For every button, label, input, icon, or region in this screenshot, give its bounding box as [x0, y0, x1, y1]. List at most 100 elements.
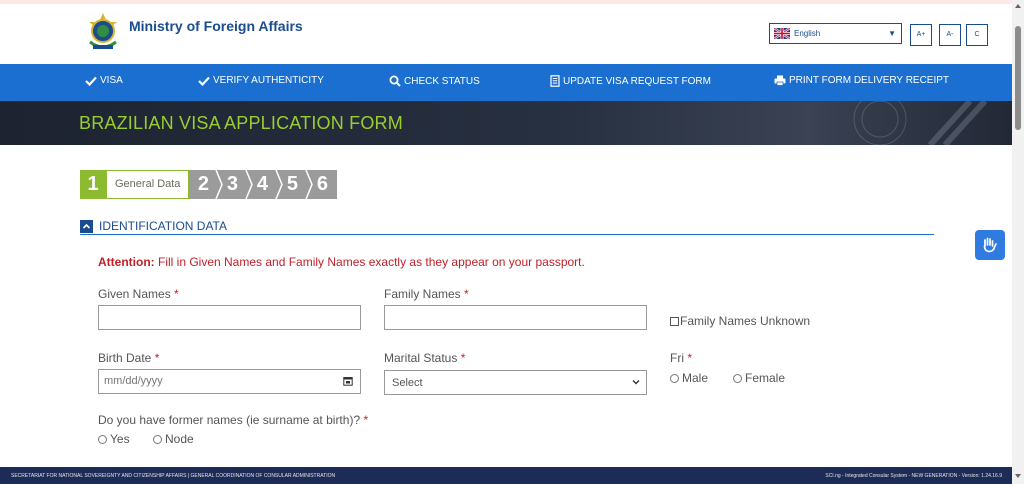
font-increase-button[interactable]: A+	[910, 24, 932, 46]
scroll-up-arrow-icon[interactable]	[1015, 4, 1021, 8]
nav-item-verify-authenticity[interactable]: VERIFY AUTHENTICITY	[198, 75, 324, 86]
identification-section-header: IDENTIFICATION DATA	[80, 217, 934, 235]
label-text: Birth Date	[98, 351, 155, 365]
nav-item-label: VISA	[100, 75, 123, 86]
given-names-label: Given Names *	[98, 287, 179, 301]
step-separator-icon	[245, 170, 254, 199]
language-select[interactable]: English ▼	[769, 23, 902, 44]
step-number: 4	[256, 173, 268, 195]
step-number: 6	[316, 173, 328, 195]
step-separator-icon	[305, 170, 314, 199]
label-text: Family Names	[384, 287, 465, 301]
language-label: English	[794, 29, 821, 38]
calendar-icon[interactable]	[343, 376, 353, 386]
passport-decoration-image	[853, 101, 988, 145]
checkbox-box[interactable]	[670, 316, 679, 326]
nav-item-check-status[interactable]: CHECK STATUS	[389, 75, 480, 87]
step-number: 5	[286, 173, 298, 195]
coat-of-arms-logo[interactable]	[84, 12, 122, 52]
radio-label: Male	[682, 371, 709, 385]
label-text: Do you have former names (ie surname at …	[98, 413, 364, 427]
checkbox-label: Family Names Unknown	[680, 314, 811, 328]
step-2[interactable]: 2	[189, 170, 218, 199]
radio-circle[interactable]	[98, 434, 107, 444]
required-mark: *	[154, 351, 160, 365]
gender-male-radio[interactable]: Male	[670, 371, 708, 385]
label-text: Marital Status	[384, 351, 461, 365]
document-icon	[550, 75, 560, 87]
radio-label: Node	[165, 432, 194, 446]
chevron-down-icon	[632, 380, 640, 385]
required-mark: *	[460, 351, 466, 365]
collapse-section-button[interactable]	[80, 220, 93, 233]
attention-note: Attention: Fill in Given Names and Famil…	[98, 255, 585, 269]
radio-label: Female	[745, 371, 786, 385]
nav-item-label: CHECK STATUS	[404, 75, 480, 87]
gender-female-radio[interactable]: Female	[733, 371, 785, 385]
site-footer: SECRETARIAT FOR NATIONAL SOVEREIGNTY AND…	[0, 467, 1012, 484]
radio-circle[interactable]	[733, 373, 742, 383]
given-names-input[interactable]	[98, 305, 361, 330]
former-names-label: Do you have former names (ie surname at …	[98, 413, 368, 427]
birth-date-label: Birth Date *	[98, 351, 159, 365]
attention-prefix: Attention:	[98, 255, 155, 269]
footer-version-text: SCI.ng - Integrated Consular System - NE…	[825, 473, 1002, 479]
check-icon	[85, 76, 97, 86]
nav-item-label: PRINT FORM DELIVERY RECEIPT	[789, 75, 950, 86]
footer-left-text: SECRETARIAT FOR NATIONAL SOVEREIGNTY AND…	[11, 473, 336, 479]
step-number: 3	[226, 173, 238, 195]
ministry-name[interactable]: Ministry of Foreign Affairs	[129, 18, 303, 34]
sign-language-icon	[983, 237, 997, 253]
family-names-input[interactable]	[384, 305, 647, 330]
contrast-button[interactable]: C	[966, 24, 988, 46]
step-3[interactable]: 3	[215, 170, 248, 199]
form-stepper: 1 General Data 2 3 4 5 6	[80, 170, 338, 199]
scroll-down-arrow-icon[interactable]	[1015, 474, 1021, 478]
nav-item-label: UPDATE VISA REQUEST FORM	[563, 75, 711, 87]
page-title: BRAZILIAN VISA APPLICATION FORM	[79, 113, 403, 133]
radio-circle[interactable]	[670, 373, 679, 383]
page-scrollbar[interactable]	[1012, 0, 1024, 484]
radio-circle[interactable]	[153, 434, 162, 444]
step-current-label[interactable]: General Data	[106, 170, 190, 199]
required-mark: *	[174, 287, 179, 301]
step-4[interactable]: 4	[245, 170, 278, 199]
select-value: Select	[392, 377, 423, 389]
font-decrease-button[interactable]: A-	[939, 24, 961, 46]
site-header: Ministry of Foreign Affairs English ▼ A+…	[0, 4, 1012, 64]
chevron-up-icon	[82, 223, 91, 229]
nav-item-visa[interactable]: VISA	[85, 75, 123, 86]
accessibility-button[interactable]	[975, 230, 1005, 260]
step-5[interactable]: 5	[275, 170, 308, 199]
gender-label: Fri *	[670, 351, 692, 365]
former-names-yes-radio[interactable]: Yes	[98, 432, 130, 446]
uk-flag-icon	[774, 28, 790, 39]
step-current-number[interactable]: 1	[80, 170, 106, 199]
attention-text: Fill in Given Names and Family Names exa…	[154, 255, 585, 269]
radio-label: Yes	[110, 432, 130, 446]
label-text: Fri	[670, 351, 688, 365]
former-names-no-radio[interactable]: Node	[153, 432, 194, 446]
marital-status-label: Marital Status *	[384, 351, 465, 365]
print-icon	[774, 75, 786, 86]
search-icon	[389, 75, 401, 87]
label-text: Given Names	[98, 287, 175, 301]
nav-item-update-visa-request[interactable]: UPDATE VISA REQUEST FORM	[550, 75, 711, 87]
chevron-down-icon: ▼	[888, 29, 896, 38]
nav-item-print-receipt[interactable]: PRINT FORM DELIVERY RECEIPT	[774, 75, 949, 86]
main-nav: VISA VERIFY AUTHENTICITY CHECK STATUS UP…	[0, 64, 1012, 101]
date-placeholder: mm/dd/yyyy	[104, 375, 163, 387]
required-mark: *	[464, 287, 469, 301]
step-6[interactable]: 6	[305, 170, 338, 199]
page: Ministry of Foreign Affairs English ▼ A+…	[0, 0, 1024, 484]
page-banner: BRAZILIAN VISA APPLICATION FORM	[0, 101, 1012, 145]
step-separator-icon	[215, 170, 224, 199]
nav-item-label: VERIFY AUTHENTICITY	[213, 75, 324, 86]
step-separator-icon	[275, 170, 284, 199]
marital-status-select[interactable]: Select	[384, 370, 647, 395]
birth-date-input[interactable]: mm/dd/yyyy	[98, 369, 361, 394]
scrollbar-thumb[interactable]	[1015, 26, 1021, 130]
family-names-unknown-checkbox[interactable]: Family Names Unknown	[670, 314, 810, 328]
required-mark: *	[363, 413, 369, 427]
check-icon	[198, 76, 210, 86]
